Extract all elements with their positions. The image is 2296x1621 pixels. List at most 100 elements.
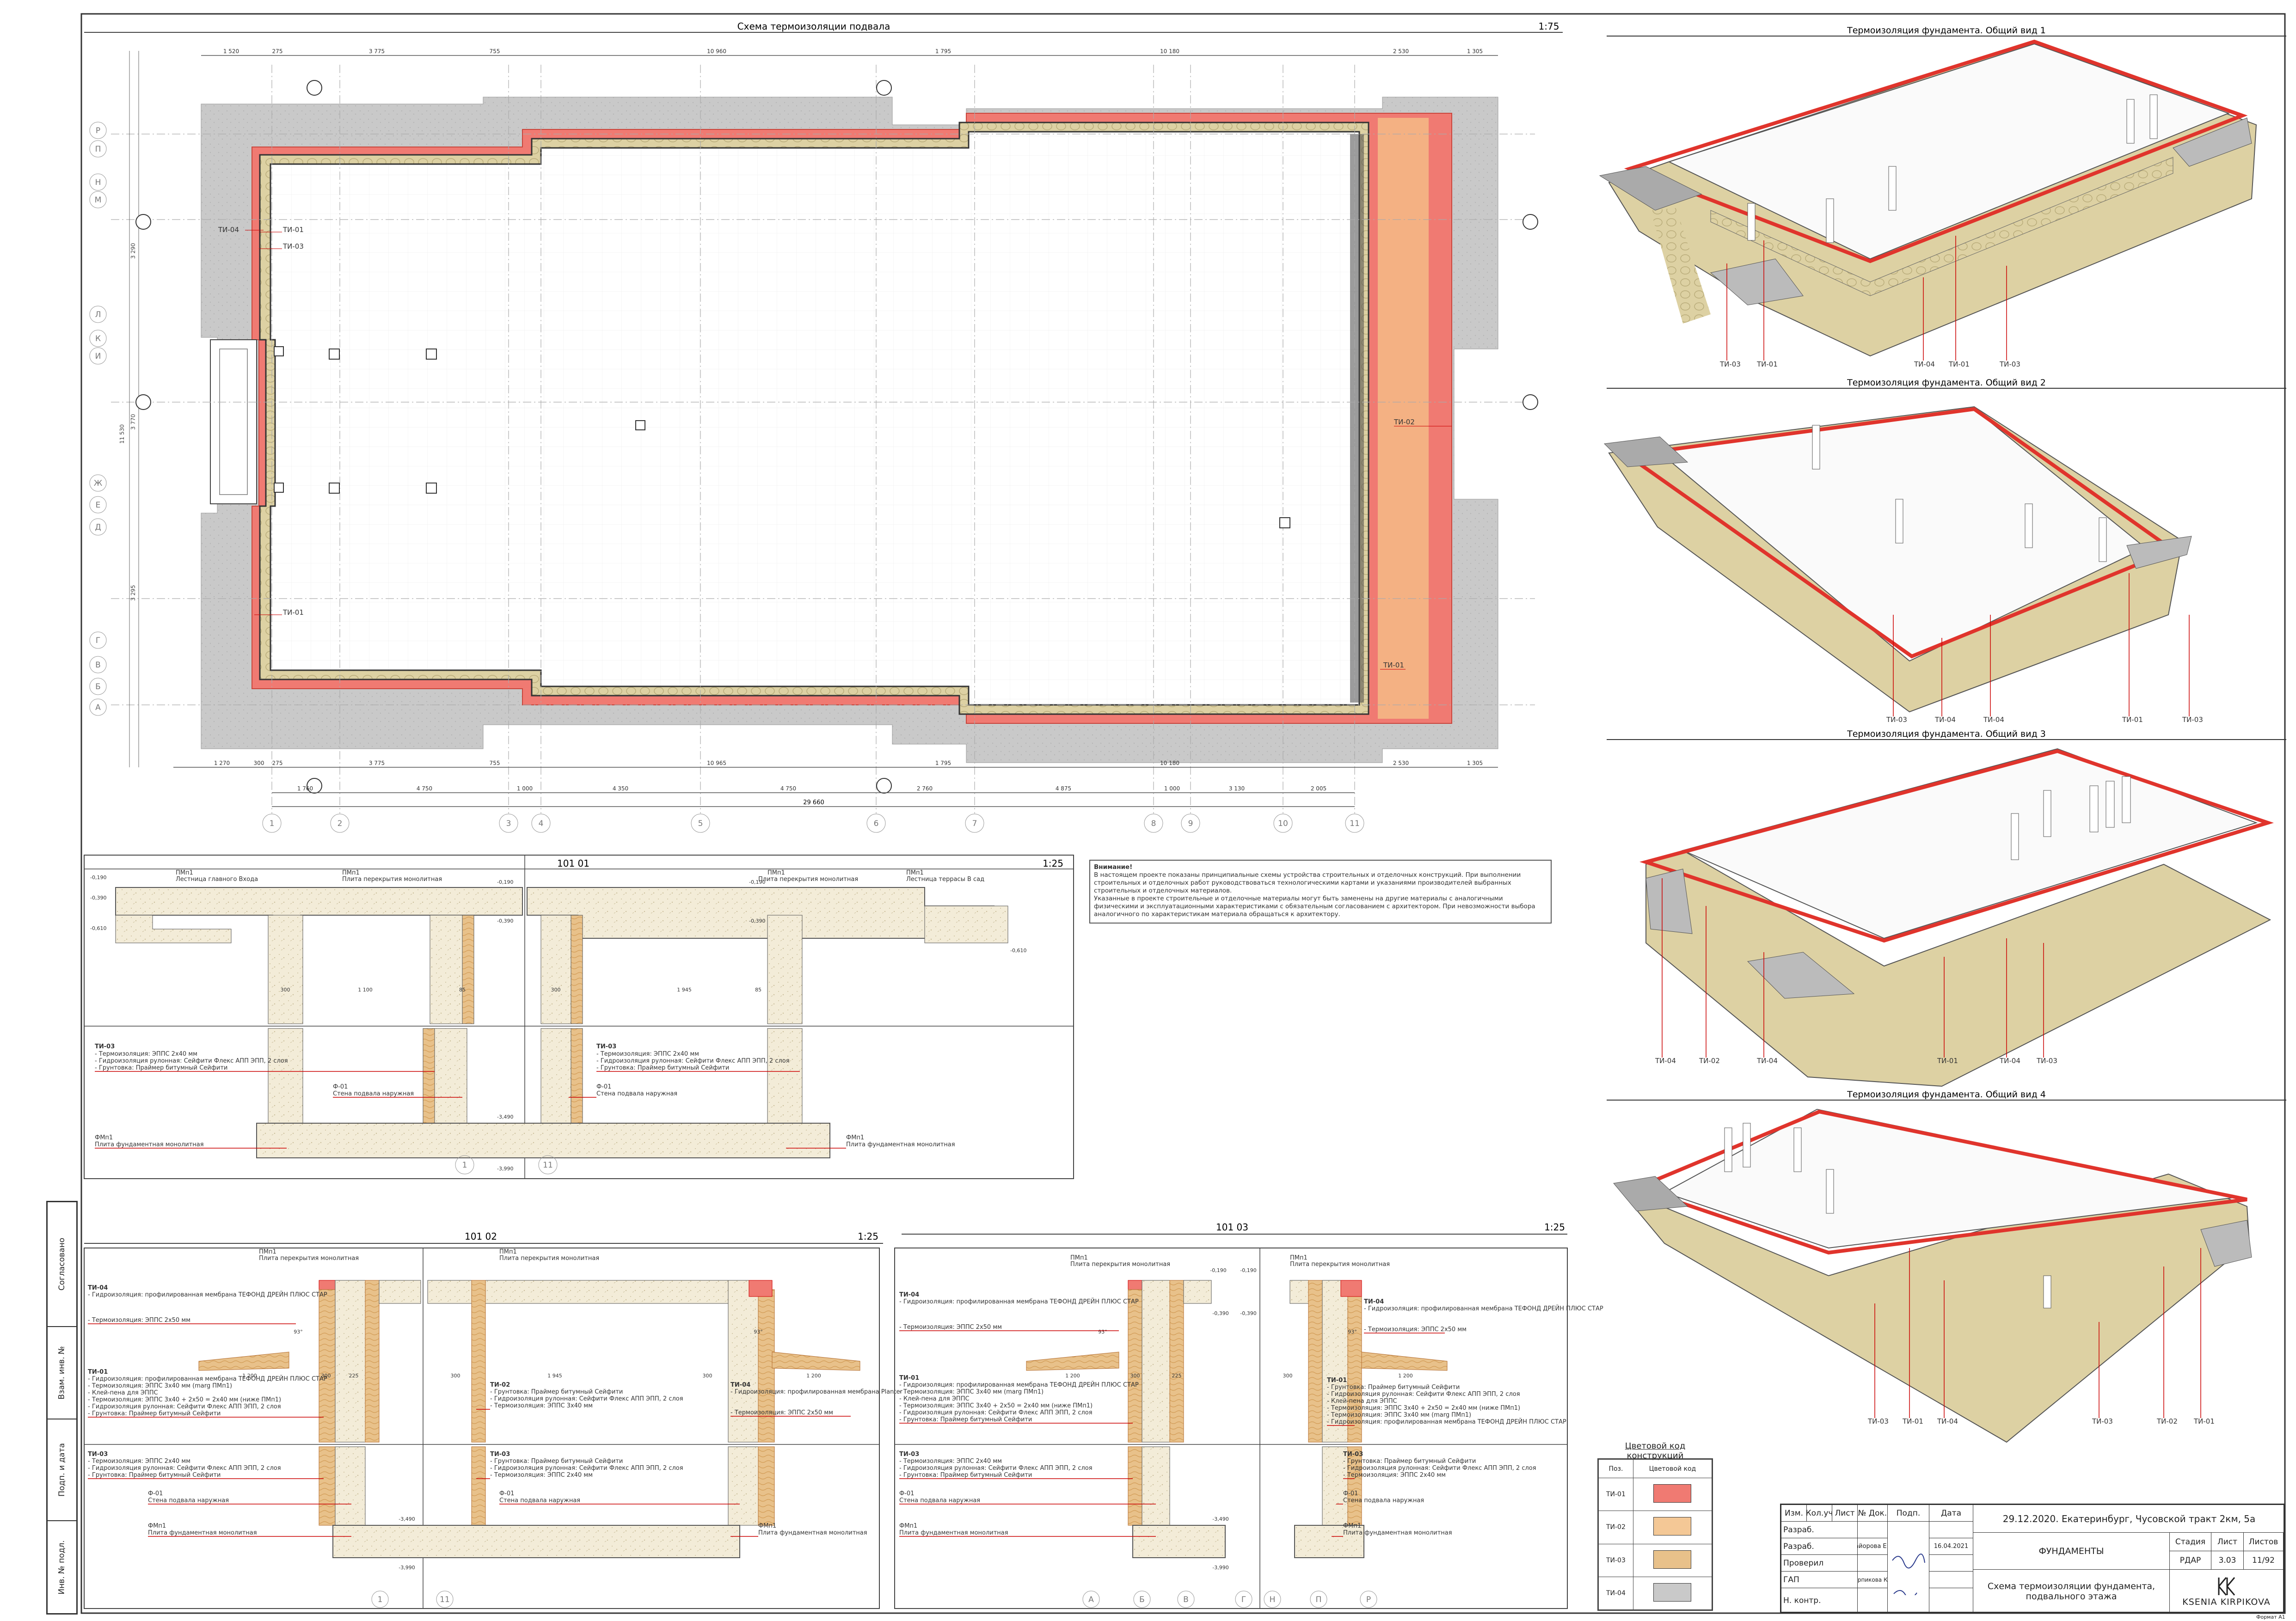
title-block: Изм. Кол.уч Лист № Док. Подп. Дата Разра… xyxy=(1780,1504,2285,1613)
svg-text:- Гидроизоляция рулонная: Сейф: - Гидроизоляция рулонная: Сейфити Флекс … xyxy=(596,1058,790,1064)
svg-text:Плита перекрытия монолитная: Плита перекрытия монолитная xyxy=(259,1255,359,1262)
svg-text:3 775: 3 775 xyxy=(369,48,385,55)
svg-text:ТИ-01: ТИ-01 xyxy=(1327,1377,1347,1384)
svg-text:ТИ-01: ТИ-01 xyxy=(2122,716,2143,724)
stamp-name xyxy=(1858,1522,1888,1538)
svg-text:Ф-01: Ф-01 xyxy=(148,1490,163,1497)
section-101-03: 101 03 1:25 ПМп1Плита перекрытия монолит… xyxy=(894,1222,1603,1609)
svg-text:- Грунтовка: Праймер битумный: - Грунтовка: Праймер битумный Сейфити xyxy=(1343,1458,1476,1465)
side-cell: Согласовано xyxy=(48,1202,76,1327)
svg-text:- Термоизоляция: ЭППС 3х40 мм: - Термоизоляция: ЭППС 3х40 мм (marg ПМп1… xyxy=(1327,1412,1471,1419)
svg-text:- Термоизоляция: ЭППС 2х40 мм: - Термоизоляция: ЭППС 2х40 мм xyxy=(899,1458,1002,1465)
svg-text:1 000: 1 000 xyxy=(517,785,533,792)
svg-text:- Термоизоляция: ЭППС 2х40 мм: - Термоизоляция: ЭППС 2х40 мм xyxy=(95,1051,197,1058)
general-notes: Внимание! В настоящем проекте показаны п… xyxy=(1089,860,1552,924)
svg-text:-0,390: -0,390 xyxy=(90,895,106,901)
svg-text:-0,190: -0,190 xyxy=(1240,1267,1256,1273)
svg-text:Д: Д xyxy=(95,523,101,532)
side-cell: Подп. и дата xyxy=(48,1419,76,1521)
svg-text:ТИ-03: ТИ-03 xyxy=(1999,360,2020,368)
svg-text:- Гидроизоляция рулонная: Сейф: - Гидроизоляция рулонная: Сейфити Флекс … xyxy=(88,1403,281,1410)
svg-text:ТИ-04: ТИ-04 xyxy=(1934,716,1956,724)
svg-text:- Термоизоляция: ЭППС 2х50 мм: - Термоизоляция: ЭППС 2х50 мм xyxy=(899,1324,1002,1331)
svg-text:- Термоизоляция: ЭППС 2х40 мм: - Термоизоляция: ЭППС 2х40 мм xyxy=(88,1458,190,1465)
stamp-name: Майорова Е.О. xyxy=(1858,1538,1888,1555)
svg-text:ТИ-03: ТИ-03 xyxy=(1886,716,1907,724)
stamp-head: Лист xyxy=(1832,1505,1858,1522)
notes-line: Указанные в проекте строительные и отдел… xyxy=(1094,895,1503,902)
svg-text:- Грунтовка: Праймер битумный: - Грунтовка: Праймер битумный Сейфити xyxy=(88,1410,221,1417)
stamp-sheet-title: Схема термоизоляции фундамента, подвальн… xyxy=(1973,1570,2170,1613)
svg-text:Н: Н xyxy=(1270,1595,1276,1604)
svg-text:300: 300 xyxy=(1130,1373,1140,1379)
svg-text:- Грунтовка: Праймер битумный: - Грунтовка: Праймер битумный Сейфити xyxy=(490,1389,623,1395)
svg-text:ПМп1: ПМп1 xyxy=(1070,1254,1088,1261)
svg-text:3 290: 3 290 xyxy=(130,243,136,259)
svg-text:Плита фундаментная монолитная: Плита фундаментная монолитная xyxy=(1343,1529,1452,1536)
svg-text:1 945: 1 945 xyxy=(677,987,692,993)
stamp-role: Н. контр. xyxy=(1781,1588,1858,1613)
svg-text:П: П xyxy=(95,145,101,154)
svg-text:ТИ-03: ТИ-03 xyxy=(899,1451,919,1458)
svg-text:ТИ-03: ТИ-03 xyxy=(1867,1417,1889,1425)
svg-text:ТИ-02: ТИ-02 xyxy=(1394,418,1415,426)
svg-text:ПМп1: ПМп1 xyxy=(1290,1254,1308,1261)
svg-text:11: 11 xyxy=(440,1595,450,1604)
svg-text:2: 2 xyxy=(338,819,343,828)
svg-text:1 270: 1 270 xyxy=(214,760,230,766)
svg-text:ТИ-01: ТИ-01 xyxy=(1937,1057,1958,1065)
svg-text:Плита фундаментная монолитная: Плита фундаментная монолитная xyxy=(758,1529,867,1536)
stamp-head: Изм. xyxy=(1781,1505,1807,1522)
svg-text:101 02: 101 02 xyxy=(465,1231,497,1242)
stamp-project: 29.12.2020. Екатеринбург, Чусовской трак… xyxy=(1973,1505,2285,1533)
company-logo: KSENIA KIRPIKOVA xyxy=(2170,1570,2284,1613)
legend-row-label: ТИ-04 xyxy=(1598,1576,1633,1610)
svg-text:ТИ-01: ТИ-01 xyxy=(88,1369,108,1376)
svg-text:- Гидроизоляция рулонная: Сейф: - Гидроизоляция рулонная: Сейфити Флекс … xyxy=(899,1409,1093,1416)
svg-text:-0,190: -0,190 xyxy=(749,879,765,885)
svg-text:755: 755 xyxy=(490,48,500,55)
svg-text:Плита фундаментная монолитная: Плита фундаментная монолитная xyxy=(148,1529,257,1536)
svg-text:101 03: 101 03 xyxy=(1216,1222,1248,1233)
stamp-name xyxy=(1858,1588,1888,1613)
svg-text:-0,610: -0,610 xyxy=(1010,948,1026,954)
svg-text:-3,990: -3,990 xyxy=(1212,1565,1228,1571)
svg-text:Плита фундаментная монолитная: Плита фундаментная монолитная xyxy=(846,1141,955,1148)
svg-text:Б: Б xyxy=(95,682,101,691)
svg-text:- Гидроизоляция: профилированн: - Гидроизоляция: профилированная мембран… xyxy=(899,1381,1139,1389)
svg-text:ТИ-03: ТИ-03 xyxy=(1719,360,1741,368)
svg-text:1: 1 xyxy=(462,1161,467,1170)
svg-text:- Термоизоляция: ЭППС 3х40 мм: - Термоизоляция: ЭППС 3х40 мм (marg ПМп1… xyxy=(88,1382,232,1389)
svg-text:- Клей-пена для ЭППС: - Клей-пена для ЭППС xyxy=(88,1389,158,1396)
svg-text:ТИ-01: ТИ-01 xyxy=(282,226,304,234)
stamp-stage-head: Стадия xyxy=(2170,1533,2211,1551)
svg-text:1 520: 1 520 xyxy=(223,48,239,55)
svg-text:1 795: 1 795 xyxy=(935,760,951,766)
svg-text:Стена подвала наружная: Стена подвала наружная xyxy=(333,1090,414,1097)
axis-1: 1 xyxy=(270,819,275,828)
side-cell: Взам. инв. № xyxy=(48,1327,76,1419)
legend-title: Цветовой код конструкций xyxy=(1625,1441,1686,1461)
notes-line: В настоящем проекте показаны принципиаль… xyxy=(1094,871,1521,879)
svg-text:ФМп1: ФМп1 xyxy=(1343,1523,1361,1529)
section-101-01: 101 01 1:25 ПМп1 Лестница главного Входа… xyxy=(84,855,1074,1179)
svg-text:-0,190: -0,190 xyxy=(90,875,106,881)
svg-text:- Термоизоляция: ЭППС 3х40 мм: - Термоизоляция: ЭППС 3х40 мм (marg ПМп1… xyxy=(899,1389,1044,1395)
stamp-stage: РДАР xyxy=(2170,1551,2211,1570)
svg-text:4: 4 xyxy=(539,819,544,828)
svg-text:6: 6 xyxy=(874,819,879,828)
svg-text:Стена подвала наружная: Стена подвала наружная xyxy=(596,1090,677,1097)
svg-text:ТИ-04: ТИ-04 xyxy=(1914,360,1935,368)
svg-text:1: 1 xyxy=(378,1595,383,1604)
svg-text:ТИ-03: ТИ-03 xyxy=(282,242,304,251)
svg-text:1 945: 1 945 xyxy=(547,1373,562,1379)
plan-tag: ТИ-04 xyxy=(218,226,239,234)
stamp-section: ФУНДАМЕНТЫ xyxy=(1973,1533,2170,1570)
view-3: Термоизоляция фундамента. Общий вид 3 ТИ… xyxy=(1607,729,2286,1087)
swatch-red xyxy=(1653,1484,1692,1503)
svg-text:Термоизоляция фундамента. Общи: Термоизоляция фундамента. Общий вид 2 xyxy=(1847,378,2046,388)
svg-text:Плита перекрытия монолитная: Плита перекрытия монолитная xyxy=(499,1255,599,1262)
stamp-sheet-no: 3.03 xyxy=(2211,1551,2244,1570)
company-name: KSENIA KIRPIKOVA xyxy=(2182,1597,2271,1607)
svg-text:ПМп1: ПМп1 xyxy=(176,869,193,876)
